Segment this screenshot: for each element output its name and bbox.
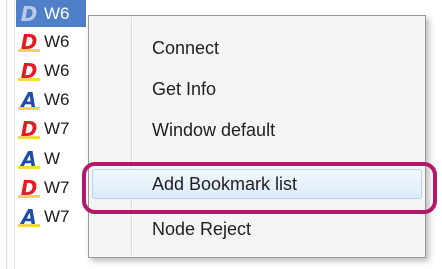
menu-item-add-bookmark-list[interactable]: Add Bookmark list: [92, 169, 422, 199]
menu-item-window-default[interactable]: Window default: [92, 115, 422, 145]
node-list-row[interactable]: D W6: [16, 0, 86, 27]
node-a-icon: A: [18, 148, 40, 170]
menu-item-get-info[interactable]: Get Info: [92, 74, 422, 104]
node-label: W7: [44, 118, 70, 138]
menu-item-label: Window default: [152, 119, 276, 140]
menu-item-connect[interactable]: Connect: [92, 33, 422, 63]
menu-item-label: Connect: [152, 37, 220, 58]
node-d-icon: D: [18, 118, 40, 140]
node-label: W6: [44, 60, 70, 80]
context-menu: Connect Get Info Window default Add Book…: [88, 15, 426, 258]
node-a-icon: A: [18, 89, 40, 111]
node-label: W6: [44, 89, 70, 109]
node-label: W6: [44, 31, 70, 51]
node-d-icon: D: [18, 31, 40, 53]
node-d-icon: D: [20, 1, 38, 26]
node-a-icon: A: [18, 206, 40, 228]
menu-item-node-reject[interactable]: Node Reject: [92, 214, 422, 244]
menu-item-label: Node Reject: [152, 218, 252, 239]
menu-item-label: Get Info: [152, 78, 217, 99]
node-label: W6: [44, 3, 70, 23]
node-d-icon: D: [18, 60, 40, 82]
node-label: W: [44, 148, 61, 168]
menu-item-label: Add Bookmark list: [152, 173, 298, 194]
node-label: W7: [44, 206, 70, 226]
node-d-icon: D: [18, 177, 40, 199]
node-label: W7: [44, 177, 70, 197]
